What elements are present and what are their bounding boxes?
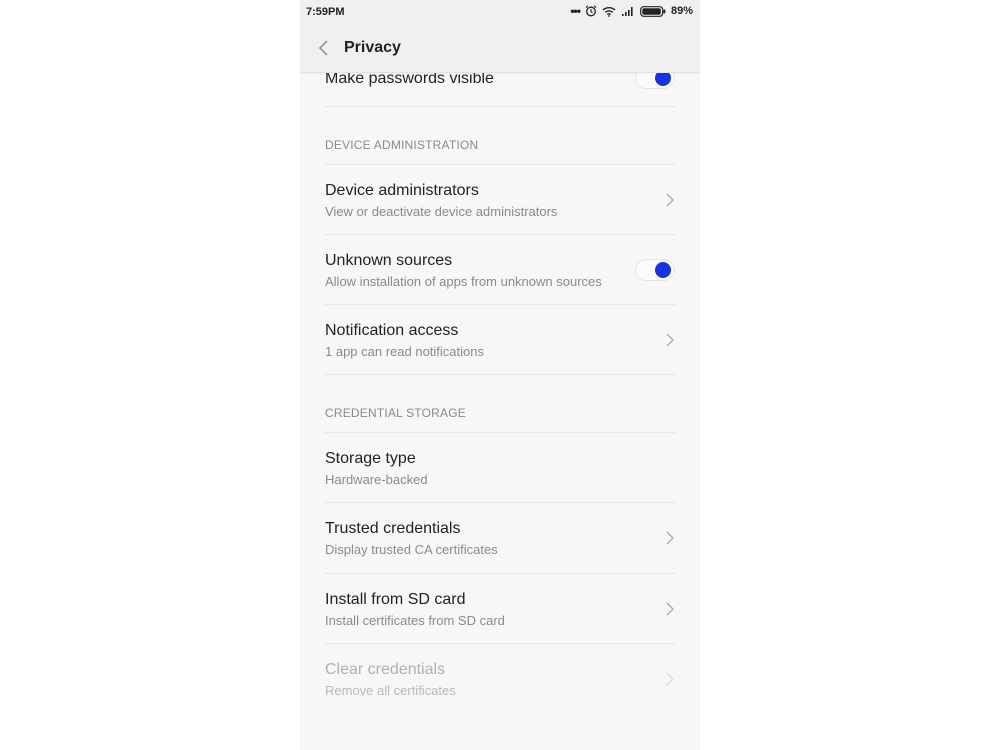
chevron-right-icon <box>666 602 674 616</box>
item-subtitle: Install certificates from SD card <box>325 613 505 628</box>
trusted-credentials-row[interactable]: Trusted credentials Display trusted CA c… <box>325 520 675 557</box>
make-passwords-visible-row[interactable]: Make passwords visible <box>325 67 675 92</box>
storage-type-row: Storage type Hardware-backed <box>325 450 675 487</box>
divider <box>325 164 675 165</box>
notification-access-row[interactable]: Notification access 1 app can read notif… <box>325 322 675 359</box>
divider <box>325 234 675 235</box>
divider <box>325 573 675 574</box>
chevron-left-icon[interactable] <box>316 38 332 58</box>
item-title: Unknown sources <box>325 252 453 269</box>
app-bar: Privacy <box>300 24 700 73</box>
item-subtitle: Display trusted CA certificates <box>325 542 498 557</box>
divider <box>325 106 675 107</box>
section-header-device-administration: DEVICE ADMINISTRATION <box>325 138 479 152</box>
phone-screen: 7:59PM ••• 89% Privacy Make passwords vi… <box>300 0 700 750</box>
device-administrators-row[interactable]: Device administrators View or deactivate… <box>325 182 675 219</box>
item-subtitle: View or deactivate device administrators <box>325 204 558 219</box>
status-time: 7:59PM <box>306 6 345 18</box>
section-header-credential-storage: CREDENTIAL STORAGE <box>325 406 466 420</box>
unknown-sources-toggle[interactable] <box>635 259 675 281</box>
signal-icon <box>621 7 633 16</box>
chevron-right-icon <box>666 193 674 207</box>
item-subtitle: 1 app can read notifications <box>325 344 484 359</box>
alarm-icon <box>585 5 597 17</box>
divider <box>325 432 675 433</box>
toggle-knob <box>655 262 671 278</box>
item-title: Notification access <box>325 322 459 339</box>
battery-icon <box>640 5 666 17</box>
battery-percent: 89% <box>670 5 693 17</box>
item-title: Install from SD card <box>325 591 466 608</box>
wifi-icon <box>602 6 616 17</box>
unknown-sources-row[interactable]: Unknown sources Allow installation of ap… <box>325 252 675 289</box>
item-title: Device administrators <box>325 182 479 199</box>
item-title: Clear credentials <box>325 661 446 678</box>
install-from-sd-card-row[interactable]: Install from SD card Install certificate… <box>325 591 675 628</box>
divider <box>325 502 675 503</box>
divider <box>325 643 675 644</box>
chevron-right-icon <box>666 333 674 347</box>
status-bar: 7:59PM ••• 89% <box>300 0 700 24</box>
page-title: Privacy <box>344 39 401 56</box>
item-subtitle: Remove all certificates <box>325 683 456 698</box>
divider <box>325 304 675 305</box>
item-subtitle: Hardware-backed <box>325 472 428 487</box>
item-title: Storage type <box>325 450 416 467</box>
clear-credentials-row: Clear credentials Remove all certificate… <box>325 661 675 698</box>
more-dots-icon: ••• <box>570 4 581 18</box>
divider <box>325 374 675 375</box>
chevron-right-icon <box>666 531 674 545</box>
item-subtitle: Allow installation of apps from unknown … <box>325 274 602 289</box>
chevron-right-icon <box>666 672 674 686</box>
item-title: Trusted credentials <box>325 520 461 537</box>
